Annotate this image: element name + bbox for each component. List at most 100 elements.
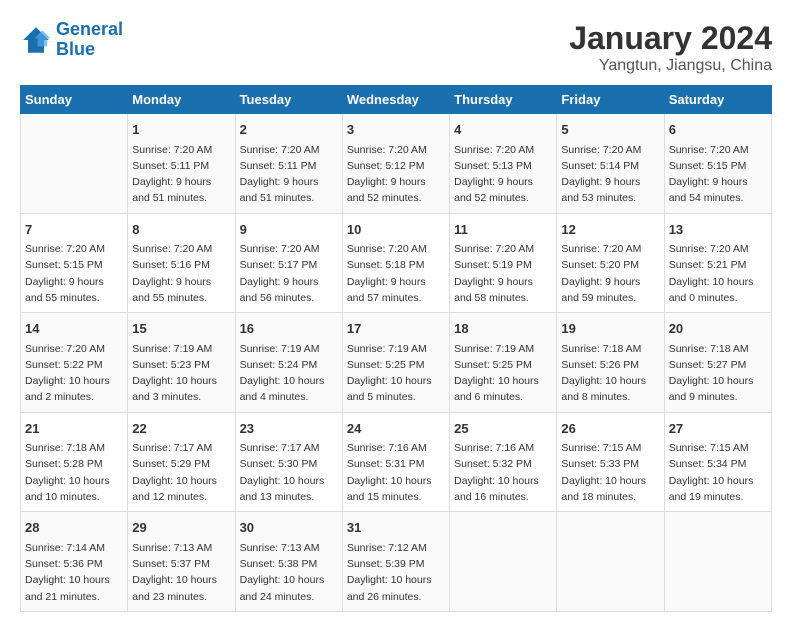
calendar-week-row: 7Sunrise: 7:20 AM Sunset: 5:15 PM Daylig…	[21, 213, 772, 313]
day-number: 18	[454, 319, 552, 339]
day-info: Sunrise: 7:17 AM Sunset: 5:30 PM Dayligh…	[240, 440, 338, 505]
table-row: 12Sunrise: 7:20 AM Sunset: 5:20 PM Dayli…	[557, 213, 664, 313]
table-row: 14Sunrise: 7:20 AM Sunset: 5:22 PM Dayli…	[21, 313, 128, 413]
day-info: Sunrise: 7:15 AM Sunset: 5:33 PM Dayligh…	[561, 440, 659, 505]
table-row: 31Sunrise: 7:12 AM Sunset: 5:39 PM Dayli…	[342, 512, 449, 612]
day-number: 17	[347, 319, 445, 339]
table-row: 21Sunrise: 7:18 AM Sunset: 5:28 PM Dayli…	[21, 412, 128, 512]
day-info: Sunrise: 7:14 AM Sunset: 5:36 PM Dayligh…	[25, 540, 123, 605]
day-number: 30	[240, 518, 338, 538]
day-number: 23	[240, 419, 338, 439]
day-info: Sunrise: 7:13 AM Sunset: 5:38 PM Dayligh…	[240, 540, 338, 605]
logo: General Blue	[20, 20, 123, 60]
day-number: 2	[240, 120, 338, 140]
page-header: General Blue January 2024 Yangtun, Jiang…	[20, 20, 772, 75]
calendar-week-row: 21Sunrise: 7:18 AM Sunset: 5:28 PM Dayli…	[21, 412, 772, 512]
table-row: 11Sunrise: 7:20 AM Sunset: 5:19 PM Dayli…	[450, 213, 557, 313]
day-info: Sunrise: 7:20 AM Sunset: 5:14 PM Dayligh…	[561, 142, 659, 207]
table-row: 16Sunrise: 7:19 AM Sunset: 5:24 PM Dayli…	[235, 313, 342, 413]
day-info: Sunrise: 7:15 AM Sunset: 5:34 PM Dayligh…	[669, 440, 767, 505]
day-info: Sunrise: 7:19 AM Sunset: 5:23 PM Dayligh…	[132, 341, 230, 406]
day-info: Sunrise: 7:18 AM Sunset: 5:26 PM Dayligh…	[561, 341, 659, 406]
day-info: Sunrise: 7:13 AM Sunset: 5:37 PM Dayligh…	[132, 540, 230, 605]
day-number: 25	[454, 419, 552, 439]
day-number: 13	[669, 220, 767, 240]
table-row: 23Sunrise: 7:17 AM Sunset: 5:30 PM Dayli…	[235, 412, 342, 512]
day-number: 10	[347, 220, 445, 240]
calendar-subtitle: Yangtun, Jiangsu, China	[569, 57, 772, 75]
day-number: 12	[561, 220, 659, 240]
table-row: 22Sunrise: 7:17 AM Sunset: 5:29 PM Dayli…	[128, 412, 235, 512]
table-row: 20Sunrise: 7:18 AM Sunset: 5:27 PM Dayli…	[664, 313, 771, 413]
day-info: Sunrise: 7:16 AM Sunset: 5:32 PM Dayligh…	[454, 440, 552, 505]
day-info: Sunrise: 7:20 AM Sunset: 5:22 PM Dayligh…	[25, 341, 123, 406]
day-number: 21	[25, 419, 123, 439]
table-row: 19Sunrise: 7:18 AM Sunset: 5:26 PM Dayli…	[557, 313, 664, 413]
day-info: Sunrise: 7:20 AM Sunset: 5:11 PM Dayligh…	[240, 142, 338, 207]
table-row	[450, 512, 557, 612]
header-wednesday: Wednesday	[342, 86, 449, 114]
calendar-title: January 2024	[569, 20, 772, 57]
table-row: 15Sunrise: 7:19 AM Sunset: 5:23 PM Dayli…	[128, 313, 235, 413]
table-row: 24Sunrise: 7:16 AM Sunset: 5:31 PM Dayli…	[342, 412, 449, 512]
logo-text: General Blue	[56, 20, 123, 60]
day-number: 14	[25, 319, 123, 339]
title-block: January 2024 Yangtun, Jiangsu, China	[569, 20, 772, 75]
logo-icon	[20, 24, 52, 56]
table-row: 8Sunrise: 7:20 AM Sunset: 5:16 PM Daylig…	[128, 213, 235, 313]
weekday-header-row: Sunday Monday Tuesday Wednesday Thursday…	[21, 86, 772, 114]
header-sunday: Sunday	[21, 86, 128, 114]
day-info: Sunrise: 7:20 AM Sunset: 5:21 PM Dayligh…	[669, 241, 767, 306]
table-row: 4Sunrise: 7:20 AM Sunset: 5:13 PM Daylig…	[450, 114, 557, 214]
day-number: 16	[240, 319, 338, 339]
calendar-week-row: 1Sunrise: 7:20 AM Sunset: 5:11 PM Daylig…	[21, 114, 772, 214]
day-number: 28	[25, 518, 123, 538]
table-row: 28Sunrise: 7:14 AM Sunset: 5:36 PM Dayli…	[21, 512, 128, 612]
table-row: 9Sunrise: 7:20 AM Sunset: 5:17 PM Daylig…	[235, 213, 342, 313]
day-info: Sunrise: 7:18 AM Sunset: 5:27 PM Dayligh…	[669, 341, 767, 406]
day-info: Sunrise: 7:20 AM Sunset: 5:18 PM Dayligh…	[347, 241, 445, 306]
table-row	[664, 512, 771, 612]
day-info: Sunrise: 7:20 AM Sunset: 5:11 PM Dayligh…	[132, 142, 230, 207]
calendar-week-row: 14Sunrise: 7:20 AM Sunset: 5:22 PM Dayli…	[21, 313, 772, 413]
day-number: 8	[132, 220, 230, 240]
day-number: 27	[669, 419, 767, 439]
day-number: 19	[561, 319, 659, 339]
header-thursday: Thursday	[450, 86, 557, 114]
day-number: 20	[669, 319, 767, 339]
day-number: 1	[132, 120, 230, 140]
day-info: Sunrise: 7:20 AM Sunset: 5:12 PM Dayligh…	[347, 142, 445, 207]
day-info: Sunrise: 7:19 AM Sunset: 5:24 PM Dayligh…	[240, 341, 338, 406]
day-number: 26	[561, 419, 659, 439]
day-number: 11	[454, 220, 552, 240]
day-number: 31	[347, 518, 445, 538]
day-number: 7	[25, 220, 123, 240]
logo-line2: Blue	[56, 39, 95, 59]
table-row: 27Sunrise: 7:15 AM Sunset: 5:34 PM Dayli…	[664, 412, 771, 512]
header-tuesday: Tuesday	[235, 86, 342, 114]
day-number: 9	[240, 220, 338, 240]
table-row: 17Sunrise: 7:19 AM Sunset: 5:25 PM Dayli…	[342, 313, 449, 413]
day-info: Sunrise: 7:19 AM Sunset: 5:25 PM Dayligh…	[454, 341, 552, 406]
day-info: Sunrise: 7:20 AM Sunset: 5:15 PM Dayligh…	[669, 142, 767, 207]
day-info: Sunrise: 7:20 AM Sunset: 5:13 PM Dayligh…	[454, 142, 552, 207]
day-info: Sunrise: 7:19 AM Sunset: 5:25 PM Dayligh…	[347, 341, 445, 406]
day-info: Sunrise: 7:20 AM Sunset: 5:17 PM Dayligh…	[240, 241, 338, 306]
logo-line1: General	[56, 19, 123, 39]
calendar-table: Sunday Monday Tuesday Wednesday Thursday…	[20, 85, 772, 612]
table-row: 13Sunrise: 7:20 AM Sunset: 5:21 PM Dayli…	[664, 213, 771, 313]
header-saturday: Saturday	[664, 86, 771, 114]
day-number: 22	[132, 419, 230, 439]
day-info: Sunrise: 7:12 AM Sunset: 5:39 PM Dayligh…	[347, 540, 445, 605]
day-info: Sunrise: 7:17 AM Sunset: 5:29 PM Dayligh…	[132, 440, 230, 505]
table-row: 5Sunrise: 7:20 AM Sunset: 5:14 PM Daylig…	[557, 114, 664, 214]
table-row: 1Sunrise: 7:20 AM Sunset: 5:11 PM Daylig…	[128, 114, 235, 214]
table-row: 18Sunrise: 7:19 AM Sunset: 5:25 PM Dayli…	[450, 313, 557, 413]
day-info: Sunrise: 7:16 AM Sunset: 5:31 PM Dayligh…	[347, 440, 445, 505]
day-number: 29	[132, 518, 230, 538]
table-row	[21, 114, 128, 214]
table-row: 2Sunrise: 7:20 AM Sunset: 5:11 PM Daylig…	[235, 114, 342, 214]
day-info: Sunrise: 7:18 AM Sunset: 5:28 PM Dayligh…	[25, 440, 123, 505]
header-monday: Monday	[128, 86, 235, 114]
day-number: 4	[454, 120, 552, 140]
